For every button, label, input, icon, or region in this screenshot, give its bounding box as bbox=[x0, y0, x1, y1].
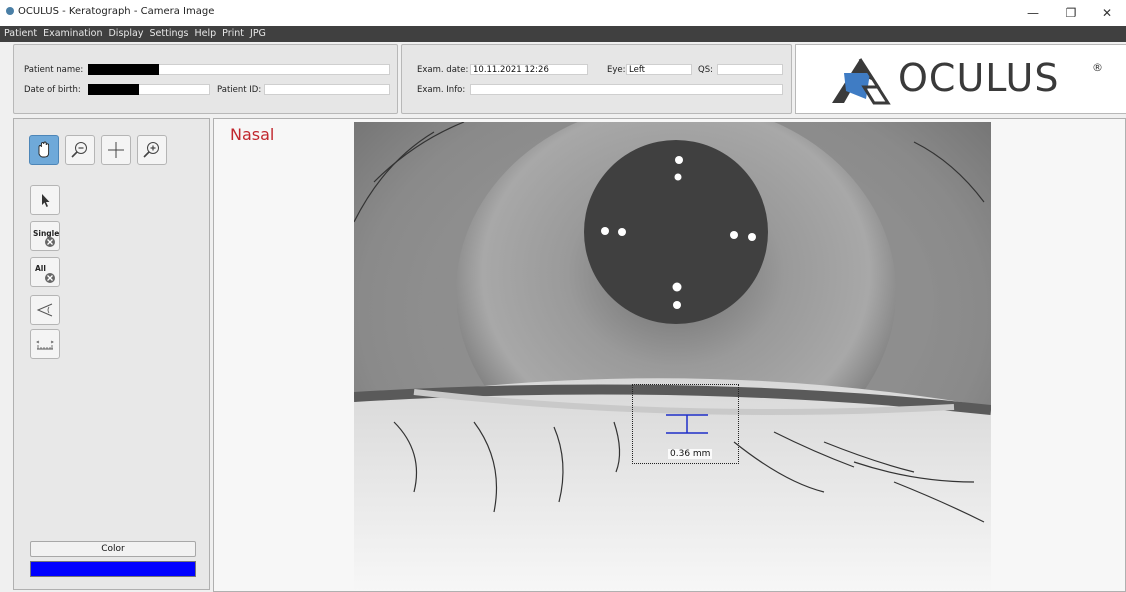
patient-id-field[interactable] bbox=[264, 84, 390, 95]
menu-examination[interactable]: Examination bbox=[43, 26, 102, 42]
dob-label: Date of birth: bbox=[24, 85, 81, 95]
patient-panel: Patient name: Date of birth: Patient ID: bbox=[13, 44, 398, 114]
patient-name-label: Patient name: bbox=[24, 65, 84, 75]
menu-help[interactable]: Help bbox=[194, 26, 216, 42]
restore-button[interactable]: ❐ bbox=[1056, 4, 1086, 22]
zoom-out-icon bbox=[71, 142, 87, 158]
pointer-icon bbox=[42, 194, 50, 207]
crosshair-icon bbox=[108, 142, 124, 158]
qs-field[interactable] bbox=[717, 64, 783, 75]
title-bar: OCULUS - Keratograph - Camera Image — ❐ … bbox=[0, 0, 1126, 26]
logo-registered-mark: ® bbox=[1092, 61, 1103, 74]
ruler-icon bbox=[36, 340, 54, 350]
menu-print[interactable]: Print bbox=[222, 26, 244, 42]
pan-tool-button[interactable] bbox=[29, 135, 59, 165]
delete-all-button[interactable]: All bbox=[30, 257, 60, 287]
logo-text: OCULUS bbox=[898, 56, 1060, 100]
ruler-tool-button[interactable] bbox=[30, 329, 60, 359]
eye-label: Eye: bbox=[607, 65, 626, 75]
minimize-button[interactable]: — bbox=[1018, 4, 1048, 22]
menu-patient[interactable]: Patient bbox=[4, 26, 37, 42]
patient-id-label: Patient ID: bbox=[217, 85, 262, 95]
exam-info-label: Exam. Info: bbox=[417, 85, 466, 95]
close-button[interactable]: ✕ bbox=[1092, 4, 1122, 22]
eye-camera-image[interactable] bbox=[354, 122, 991, 592]
oculus-logo: OCULUS ® bbox=[795, 44, 1126, 114]
measurement-label: 0.36 mm bbox=[668, 449, 713, 459]
delete-all-icon bbox=[45, 273, 55, 283]
app-icon bbox=[6, 7, 14, 15]
zoom-in-icon bbox=[143, 142, 159, 158]
logo-mark-icon bbox=[832, 58, 891, 105]
delete-single-icon bbox=[45, 237, 55, 247]
angle-tool-button[interactable] bbox=[30, 295, 60, 325]
tool-panel: Single All Color bbox=[13, 118, 210, 590]
exam-panel: Exam. date: 10.11.2021 12:26 Eye: Left Q… bbox=[401, 44, 792, 114]
delete-single-button[interactable]: Single bbox=[30, 221, 60, 251]
menu-jpg[interactable]: JPG bbox=[250, 26, 266, 42]
window-title: OCULUS - Keratograph - Camera Image bbox=[18, 6, 215, 17]
color-button[interactable]: Color bbox=[30, 541, 196, 557]
angle-icon bbox=[36, 303, 53, 317]
crosshair-button[interactable] bbox=[101, 135, 131, 165]
eye-field[interactable]: Left bbox=[626, 64, 692, 75]
qs-label: QS: bbox=[698, 65, 713, 75]
redaction-bar bbox=[88, 64, 159, 75]
color-swatch[interactable] bbox=[30, 561, 196, 577]
zoom-out-button[interactable] bbox=[65, 135, 95, 165]
exam-date-field[interactable]: 10.11.2021 12:26 bbox=[470, 64, 588, 75]
exam-date-label: Exam. date: bbox=[417, 65, 469, 75]
zoom-in-button[interactable] bbox=[137, 135, 167, 165]
image-viewer[interactable]: Nasal 0.36 mm bbox=[213, 118, 1126, 592]
pointer-tool-button[interactable] bbox=[30, 185, 60, 215]
menu-bar: Patient Examination Display Settings Help Pri… bbox=[0, 26, 1126, 42]
exam-info-field[interactable] bbox=[470, 84, 783, 95]
redaction-bar bbox=[88, 84, 139, 95]
nasal-label: Nasal bbox=[230, 125, 275, 144]
menu-display[interactable]: Display bbox=[108, 26, 143, 42]
menu-settings[interactable]: Settings bbox=[150, 26, 189, 42]
hand-icon bbox=[38, 141, 50, 158]
